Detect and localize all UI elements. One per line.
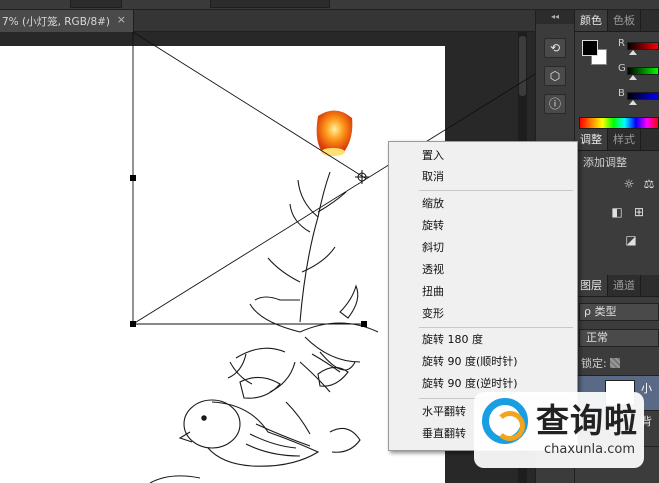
color-panel: R G B	[575, 32, 659, 129]
lock-row: 锁定:	[581, 355, 620, 371]
layer-name: 小	[641, 382, 652, 395]
tab-adjustments[interactable]: 调整	[575, 129, 608, 150]
photoshop-window: 7% (小灯笼, RGB/8#) × ◂◂ ⟲ ⬡ ⓘ 颜色 色板 R G B …	[0, 0, 659, 483]
channel-label-r: R	[618, 38, 625, 49]
menu-item-rotate-90-cw[interactable]: 旋转 90 度(顺时针)	[422, 352, 518, 371]
tab-color[interactable]: 颜色	[575, 10, 608, 31]
menu-item-rotate-180[interactable]: 旋转 180 度	[422, 330, 483, 349]
menu-item-perspective[interactable]: 透视	[422, 260, 444, 279]
cube-icon[interactable]: ⬡	[544, 66, 566, 86]
info-icon[interactable]: ⓘ	[544, 94, 566, 114]
watermark-url: chaxunla.com	[544, 442, 635, 457]
menu-item-place[interactable]: 置入	[422, 146, 444, 165]
watermark-logo: 查询啦 chaxunla.com	[474, 392, 644, 468]
lock-transparency-icon[interactable]	[609, 358, 620, 368]
tab-styles[interactable]: 样式	[608, 129, 641, 150]
lock-label: 锁定:	[581, 357, 607, 370]
transform-center-icon[interactable]	[355, 170, 369, 184]
menu-item-warp[interactable]: 变形	[422, 304, 444, 323]
menu-item-cancel[interactable]: 取消	[422, 167, 444, 186]
adjustments-title: 添加调整	[583, 156, 627, 169]
bird-plant-sketch	[149, 171, 379, 483]
close-icon[interactable]: ×	[117, 13, 126, 26]
slider-knob[interactable]	[629, 100, 637, 105]
layers-panel-tabs: 图层 通道	[575, 275, 659, 297]
color-spectrum[interactable]	[579, 117, 659, 129]
menu-item-skew[interactable]: 斜切	[422, 238, 444, 257]
options-bar	[0, 0, 659, 10]
menu-separator	[419, 327, 573, 328]
channel-label-g: G	[618, 63, 626, 74]
tab-layers[interactable]: 图层	[575, 275, 608, 296]
brightness-icon[interactable]: ☼	[621, 177, 637, 191]
options-field[interactable]	[210, 0, 330, 8]
blend-mode-select[interactable]: 正常	[579, 329, 659, 347]
document-tab-title: 7% (小灯笼, RGB/8#)	[2, 15, 111, 28]
menu-item-flip-vertical[interactable]: 垂直翻转	[422, 424, 466, 443]
lantern-image	[316, 110, 353, 156]
invert-icon[interactable]: ◪	[623, 233, 639, 247]
channel-mixer-icon[interactable]: ⊞	[631, 205, 647, 219]
tab-channels[interactable]: 通道	[608, 275, 641, 296]
transform-handle[interactable]	[130, 175, 136, 181]
collapse-panels-icon[interactable]: ◂◂	[536, 10, 574, 24]
color-balance-icon[interactable]: ◧	[609, 205, 625, 219]
adjustments-panel: 添加调整 ☼ ⚖ ◧ ⊞ ◪	[575, 151, 659, 275]
menu-item-scale[interactable]: 缩放	[422, 194, 444, 213]
blue-slider[interactable]	[627, 92, 659, 105]
menu-item-distort[interactable]: 扭曲	[422, 282, 444, 301]
menu-item-rotate[interactable]: 旋转	[422, 216, 444, 235]
options-field[interactable]	[70, 0, 122, 8]
tab-swatches[interactable]: 色板	[608, 10, 641, 31]
green-slider[interactable]	[627, 67, 659, 80]
document-tab-bar: 7% (小灯笼, RGB/8#) ×	[0, 10, 535, 32]
history-icon[interactable]: ⟲	[544, 38, 566, 58]
color-panel-tabs: 颜色 色板	[575, 10, 659, 32]
foreground-color-swatch[interactable]	[582, 40, 598, 56]
menu-item-flip-horizontal[interactable]: 水平翻转	[422, 402, 466, 421]
menu-separator	[419, 190, 573, 191]
watermark-title: 查询啦	[536, 401, 638, 440]
document-tab[interactable]: 7% (小灯笼, RGB/8#) ×	[0, 10, 134, 32]
slider-knob[interactable]	[629, 75, 637, 80]
transform-handle[interactable]	[130, 321, 136, 327]
magnifier-logo-icon	[482, 398, 528, 444]
transform-handle[interactable]	[361, 321, 367, 327]
menu-item-rotate-90-ccw[interactable]: 旋转 90 度(逆时针)	[422, 374, 518, 393]
adjust-panel-tabs: 调整 样式	[575, 129, 659, 151]
slider-knob[interactable]	[629, 50, 637, 55]
layer-filter-select[interactable]: ρ 类型	[579, 303, 659, 321]
red-slider[interactable]	[627, 42, 659, 55]
levels-icon[interactable]: ⚖	[641, 177, 657, 191]
channel-label-b: B	[618, 88, 625, 99]
